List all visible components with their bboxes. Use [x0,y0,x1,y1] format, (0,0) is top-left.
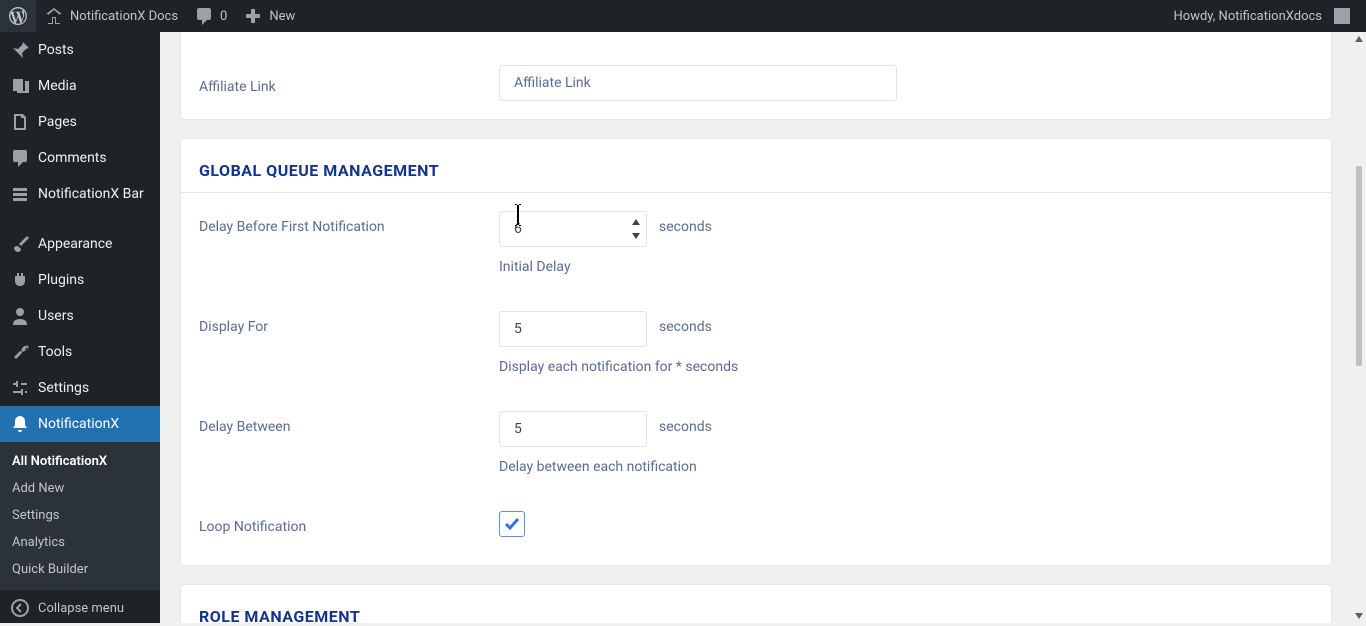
field-label: Loop Notification [199,511,499,535]
submenu-item-analytics[interactable]: Analytics [0,529,160,556]
delay-before-input[interactable] [499,211,647,247]
account-menu[interactable]: Howdy, NotificationXdocs [1166,0,1358,32]
sidebar-item-label: Comments [38,150,107,166]
sidebar-item-label: Posts [38,42,74,58]
sidebar-item-users[interactable]: Users [0,298,160,334]
field-help: Display each notification for * seconds [181,347,1331,375]
sidebar-item-notificationx[interactable]: NotificationX [0,406,160,442]
user-icon [10,306,30,326]
howdy-text: Howdy, NotificationXdocs [1174,9,1322,24]
sidebar-item-posts[interactable]: Posts [0,32,160,68]
display-for-input[interactable] [499,311,647,347]
comments-count-value: 0 [220,9,227,24]
field-unit: seconds [647,311,712,335]
site-home[interactable]: NotificationX Docs [36,0,186,32]
sidebar-item-tools[interactable]: Tools [0,334,160,370]
site-name: NotificationX Docs [70,9,178,24]
collapse-menu[interactable]: Collapse menu [0,589,160,626]
sidebar-item-settings[interactable]: Settings [0,370,160,406]
sidebar-item-appearance[interactable]: Appearance [0,226,160,262]
sidebar-item-comments[interactable]: Comments [0,140,160,176]
plus-icon [243,6,263,26]
brush-icon [10,234,30,254]
delay-between-input[interactable] [499,411,647,447]
field-label: Delay Before First Notification [199,211,499,235]
sidebar-item-plugins[interactable]: Plugins [0,262,160,298]
card-previous: Affiliate Link [180,32,1332,120]
sidebar-item-label: Users [38,308,74,324]
sidebar-item-pages[interactable]: Pages [0,104,160,140]
wp-logo[interactable] [0,0,36,32]
field-display-for: Display For seconds [181,293,1331,347]
sidebar-item-label: Appearance [38,236,112,252]
affiliate-link-label: Affiliate Link [199,71,499,95]
sidebar-item-media[interactable]: Media [0,68,160,104]
field-unit: seconds [647,411,712,435]
pin-icon [10,40,30,60]
wordpress-icon [8,6,28,26]
sliders-icon [10,378,30,398]
sidebar-item-label: NotificationX Bar [38,186,144,202]
sidebar-item-label: Plugins [38,272,84,288]
scroll-thumb[interactable] [1356,166,1362,366]
bell-icon [10,414,30,434]
scroll-up-button[interactable] [1352,32,1366,46]
number-spinner [629,215,643,243]
admin-sidebar: Posts Media Pages Comments NotificationX… [0,32,160,623]
submenu-item-quick-builder[interactable]: Quick Builder [0,556,160,583]
submenu-notificationx: All NotificationX Add New Settings Analy… [0,442,160,589]
submenu-item-all[interactable]: All NotificationX [0,448,160,475]
loop-notification-checkbox[interactable] [499,511,525,537]
sidebar-item-label: Tools [38,344,72,360]
sidebar-item-label: NotificationX [38,416,119,432]
field-unit: seconds [647,211,712,235]
admin-bar: NotificationX Docs 0 New Howdy, Notifica… [0,0,1366,32]
scroll-track[interactable] [1354,46,1364,609]
submenu-item-settings[interactable]: Settings [0,502,160,529]
comments-count[interactable]: 0 [186,0,235,32]
comments-icon [10,148,30,168]
wrench-icon [10,342,30,362]
field-label: Delay Between [199,411,499,435]
spinner-down[interactable] [629,229,643,243]
sidebar-item-label: Pages [38,114,77,130]
bar-icon [10,184,30,204]
field-delay-before: Delay Before First Notification seconds [181,193,1331,247]
plug-icon [10,270,30,290]
scroll-down-button[interactable] [1352,609,1366,623]
submenu-item-add-new[interactable]: Add New [0,475,160,502]
field-delay-between: Delay Between seconds [181,393,1331,447]
sidebar-item-label: Media [38,78,77,94]
spinner-up[interactable] [629,215,643,229]
content-area: Affiliate Link GLOBAL QUEUE MANAGEMENT D… [160,32,1352,623]
field-label: Display For [199,311,499,335]
comment-bubble-icon [194,6,214,26]
page-icon [10,112,30,132]
card-global-queue: GLOBAL QUEUE MANAGEMENT Delay Before Fir… [180,138,1332,566]
field-help: Delay between each notification [181,447,1331,475]
new-label: New [269,9,295,24]
collapse-label: Collapse menu [38,601,124,616]
media-icon [10,76,30,96]
field-help: Initial Delay [181,247,1331,275]
sidebar-item-nxbar[interactable]: NotificationX Bar [0,176,160,212]
home-icon [44,6,64,26]
page-scrollbar[interactable] [1352,32,1366,623]
card-role-management: ROLE MANAGEMENT [180,584,1332,623]
avatar [1334,8,1350,24]
affiliate-link-input[interactable] [499,65,897,101]
section-title-role: ROLE MANAGEMENT [181,585,1331,623]
sidebar-item-label: Settings [38,380,89,396]
collapse-icon [10,598,30,618]
section-title-queue: GLOBAL QUEUE MANAGEMENT [181,139,1331,193]
field-loop-notification: Loop Notification [181,493,1331,565]
new-content[interactable]: New [235,0,303,32]
